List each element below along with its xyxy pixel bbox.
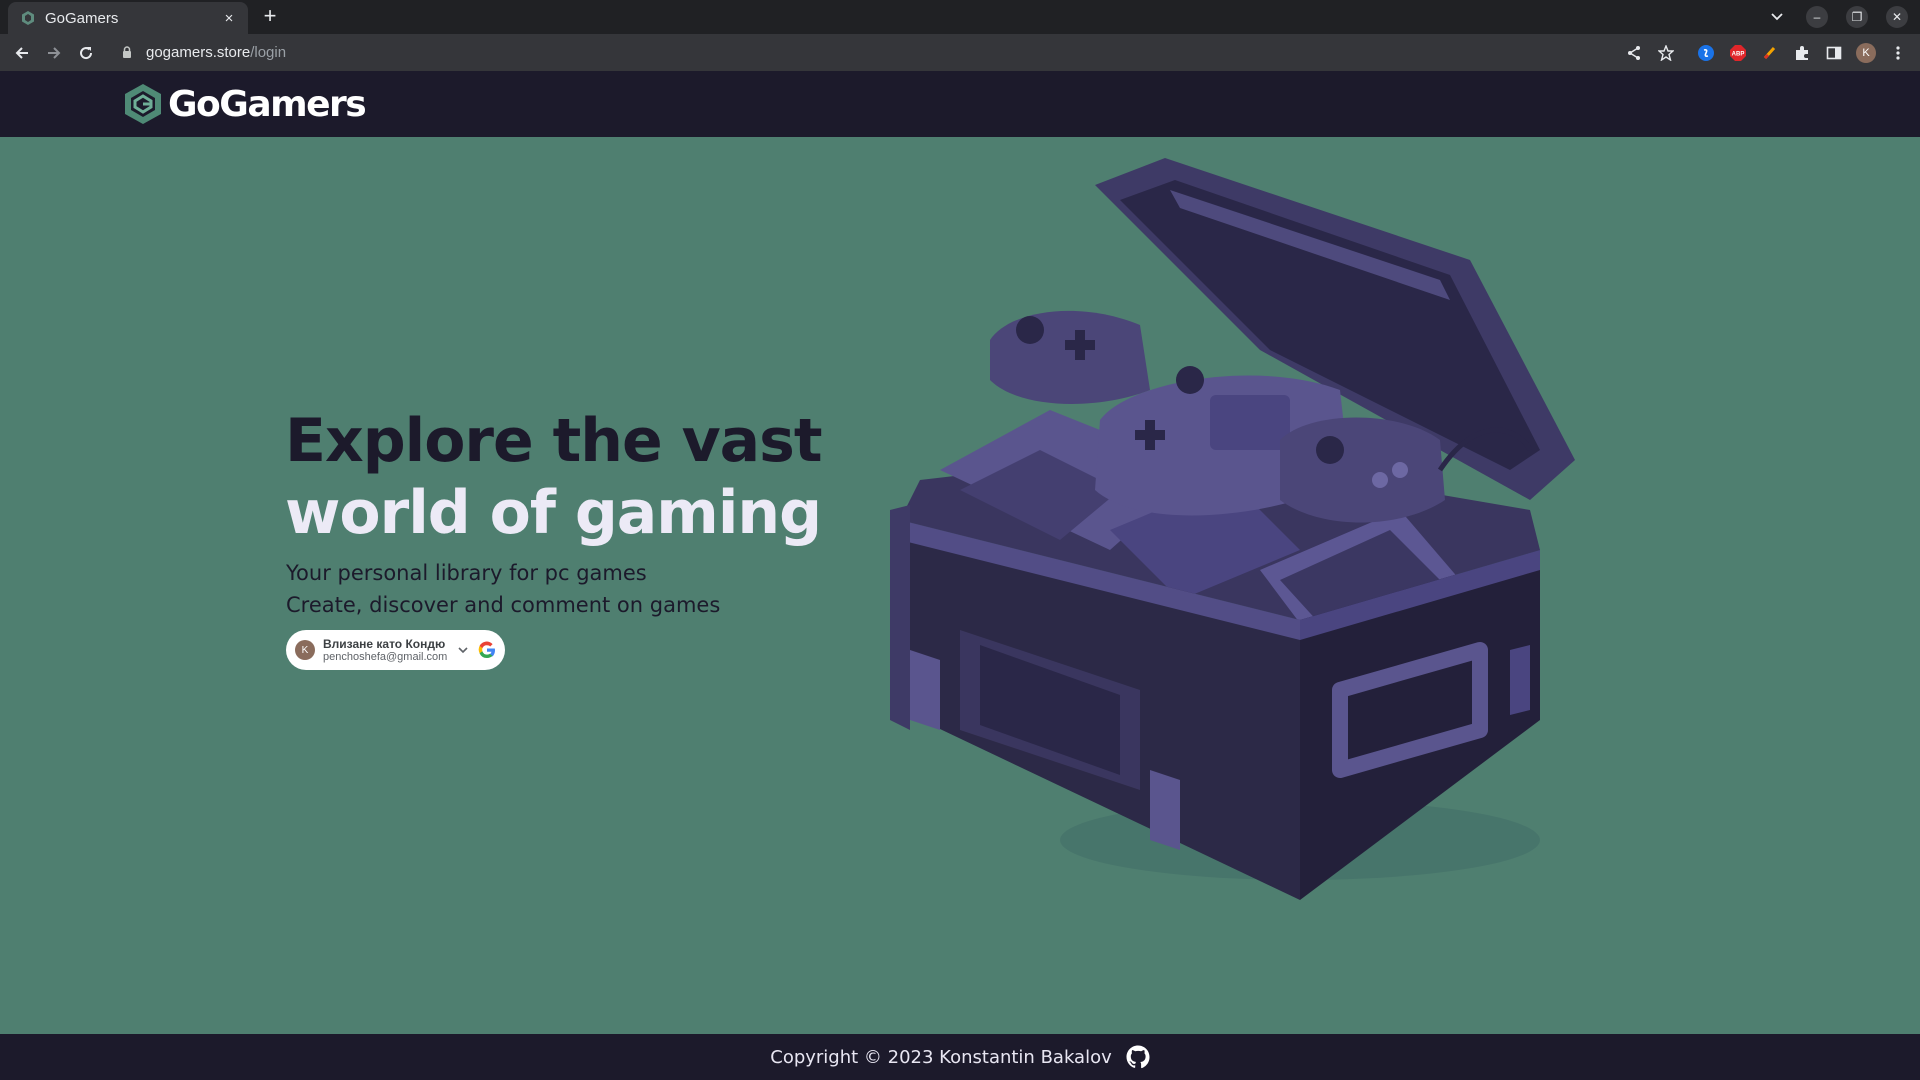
restore-button[interactable]: ❐ [1846, 6, 1868, 28]
hero-title-line-1: Explore the vast [285, 406, 823, 476]
profile-initial: K [1856, 43, 1876, 63]
url-path: /login [250, 43, 287, 61]
minimize-button[interactable]: – [1806, 6, 1828, 28]
chevron-down-icon[interactable] [457, 644, 469, 656]
google-g-icon [478, 641, 495, 659]
tab-close-icon[interactable]: × [220, 10, 238, 27]
tab-title: GoGamers [45, 9, 119, 27]
adblock-plus-icon[interactable]: ABP [1728, 43, 1748, 63]
site-logo[interactable]: GoGamers [122, 83, 367, 125]
side-panel-icon[interactable] [1824, 43, 1844, 63]
address-bar[interactable]: gogamers.store/login [110, 37, 1610, 67]
gogamers-logo-icon [125, 84, 161, 124]
hero-subtitle-2: Create, discover and comment on games [286, 593, 721, 617]
profile-avatar[interactable]: K [1856, 43, 1876, 63]
controller-1 [990, 310, 1150, 404]
color-picker-extension-icon[interactable] [1760, 43, 1780, 63]
shazam-extension-icon[interactable] [1696, 43, 1716, 63]
site-header: GoGamers [0, 71, 1920, 137]
forward-arrow-icon[interactable] [43, 42, 65, 64]
back-arrow-icon[interactable] [11, 42, 33, 64]
reload-icon[interactable] [75, 42, 97, 64]
google-signin-button[interactable]: K Влизане като Кондю penchoshefa@gmail.c… [286, 630, 505, 670]
hero-title-line-2: world of gaming [285, 478, 822, 548]
copyright-text: Copyright © 2023 Konstantin Bakalov [770, 1046, 1112, 1068]
logo-text: GoGamers [168, 83, 367, 125]
google-account-avatar: K [295, 640, 315, 660]
github-icon[interactable] [1126, 1045, 1150, 1069]
bookmark-star-icon[interactable] [1656, 43, 1676, 63]
tab-search-chevron-icon[interactable] [1768, 8, 1786, 26]
browser-tab[interactable]: GoGamers × [8, 2, 248, 34]
browser-toolbar: gogamers.store/login ABP K [0, 34, 1920, 71]
close-window-button[interactable]: ✕ [1886, 6, 1908, 28]
new-tab-button[interactable]: + [258, 5, 282, 29]
site-footer: Copyright © 2023 Konstantin Bakalov [0, 1034, 1920, 1080]
browser-menu-icon[interactable] [1888, 43, 1908, 63]
gogamers-favicon-icon [20, 10, 36, 26]
hero-subtitle-1: Your personal library for pc games [286, 561, 647, 585]
extensions-puzzle-icon[interactable] [1792, 43, 1812, 63]
browser-tab-bar: GoGamers × + – ❐ ✕ [0, 0, 1920, 34]
google-signin-label: Влизане като Кондю [323, 636, 446, 651]
hero-title: Explore the vast world of gaming [285, 405, 823, 549]
controller-3 [1280, 417, 1445, 523]
svg-text:ABP: ABP [1732, 52, 1745, 58]
treasure-chest-illustration [890, 158, 1575, 900]
url-host: gogamers.store [146, 43, 251, 61]
google-account-email: penchoshefa@gmail.com [323, 650, 448, 663]
lock-icon [120, 45, 134, 59]
share-icon[interactable] [1624, 43, 1644, 63]
